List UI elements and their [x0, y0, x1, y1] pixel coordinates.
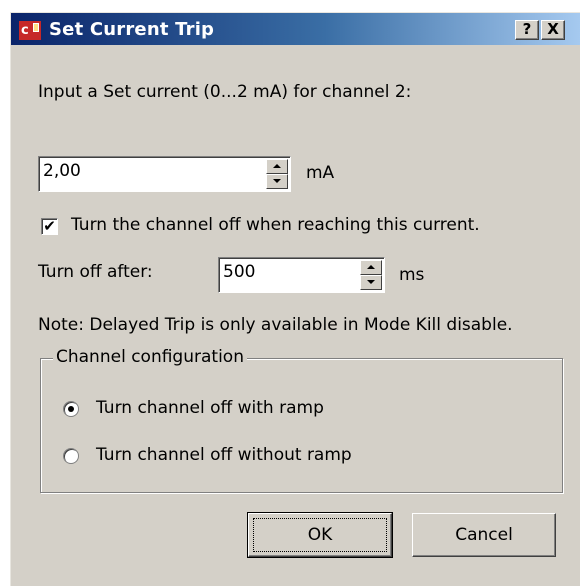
- note-text: Note: Delayed Trip is only available in …: [38, 315, 513, 335]
- trip-checkbox[interactable]: ✔: [41, 218, 58, 235]
- app-icon: c: [19, 21, 41, 40]
- ok-button[interactable]: OK: [247, 512, 393, 558]
- title-bar[interactable]: c Set Current Trip ? X: [11, 13, 580, 45]
- delay-input[interactable]: [223, 262, 343, 282]
- set-current-up-button[interactable]: [266, 159, 288, 174]
- set-current-down-button[interactable]: [266, 174, 288, 189]
- channel-configuration-group: Channel configuration Turn channel off w…: [40, 347, 563, 493]
- channel-configuration-title: Channel configuration: [53, 347, 247, 367]
- cancel-button[interactable]: Cancel: [412, 513, 556, 557]
- radio-without-ramp-label[interactable]: Turn channel off without ramp: [96, 445, 352, 465]
- radio-with-ramp[interactable]: [63, 401, 79, 417]
- window-title: Set Current Trip: [49, 19, 215, 40]
- delay-spinner[interactable]: [360, 260, 382, 290]
- set-current-spinner[interactable]: [266, 159, 288, 189]
- arrow-down-icon: [367, 280, 375, 284]
- radio-without-ramp[interactable]: [63, 448, 79, 464]
- arrow-up-icon: [367, 265, 375, 269]
- current-unit-label: mA: [306, 163, 335, 183]
- arrow-down-icon: [273, 179, 281, 183]
- arrow-up-icon: [273, 164, 281, 168]
- radio-selected-dot: [68, 406, 74, 412]
- delay-up-button[interactable]: [360, 260, 382, 275]
- trip-checkbox-label[interactable]: Turn the channel off when reaching this …: [71, 215, 480, 235]
- radio-with-ramp-label[interactable]: Turn channel off with ramp: [96, 398, 324, 418]
- ok-button-label: OK: [307, 525, 333, 545]
- turn-off-after-label: Turn off after:: [38, 262, 153, 282]
- set-current-field[interactable]: [38, 156, 291, 192]
- delay-field[interactable]: [218, 257, 385, 293]
- close-button[interactable]: X: [541, 20, 565, 40]
- set-current-input[interactable]: [43, 161, 213, 181]
- prompt-label: Input a Set current (0...2 mA) for chann…: [38, 82, 412, 102]
- help-button[interactable]: ?: [515, 20, 539, 40]
- app-icon-mark: [33, 23, 39, 32]
- set-current-trip-dialog: c Set Current Trip ? X Input a Set curre…: [10, 12, 580, 586]
- delay-down-button[interactable]: [360, 275, 382, 290]
- delay-unit-label: ms: [399, 265, 425, 285]
